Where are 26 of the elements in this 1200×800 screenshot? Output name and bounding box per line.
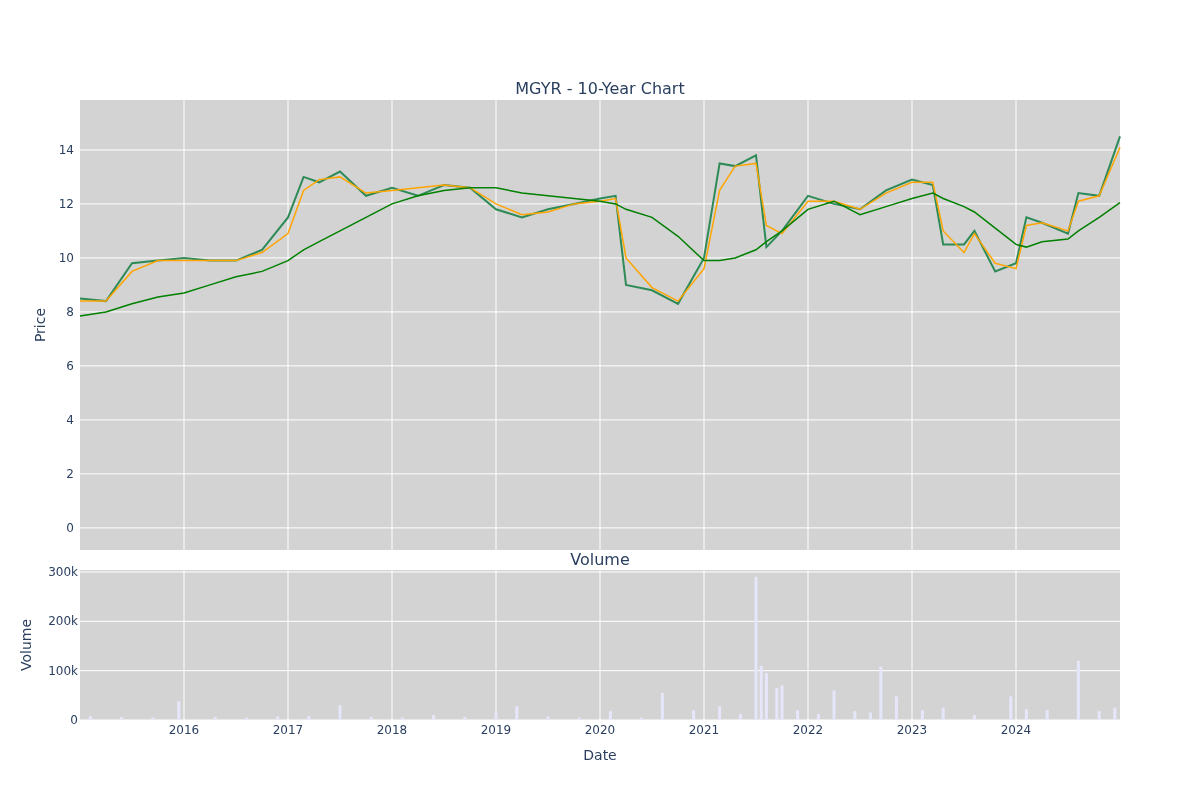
tick-label: 2 bbox=[66, 466, 74, 481]
tick-label: 300k bbox=[48, 564, 78, 579]
tick-label: 4 bbox=[66, 412, 74, 427]
tick-label: 2023 bbox=[896, 723, 928, 737]
axis-title: Date bbox=[583, 747, 617, 763]
tick-label: 2019 bbox=[480, 723, 512, 737]
axis-title: Price bbox=[32, 307, 48, 343]
tick-label: 8 bbox=[66, 304, 74, 319]
tick-label: 2022 bbox=[792, 723, 824, 737]
tick-label: 2018 bbox=[376, 723, 408, 737]
tick-label: 200k bbox=[48, 614, 78, 629]
tick-label: 0 bbox=[66, 520, 74, 535]
tick-label: 2020 bbox=[584, 723, 616, 737]
tick-label: 2021 bbox=[688, 723, 720, 737]
tick-label: 10 bbox=[58, 250, 74, 265]
tick-label: 12 bbox=[58, 196, 74, 211]
tick-label: 2016 bbox=[168, 723, 200, 737]
tick-label: 14 bbox=[58, 142, 74, 157]
tick-label: 2017 bbox=[272, 723, 304, 737]
axis-title: Volume bbox=[18, 618, 34, 672]
tick-label: 6 bbox=[66, 358, 74, 373]
tick-label: 0 bbox=[70, 713, 78, 727]
chart-title: Volume bbox=[570, 550, 630, 569]
tick-label: 2024 bbox=[1000, 723, 1032, 737]
tick-label: 100k bbox=[48, 663, 78, 678]
chart-title: MGYR - 10-Year Chart bbox=[515, 79, 685, 98]
